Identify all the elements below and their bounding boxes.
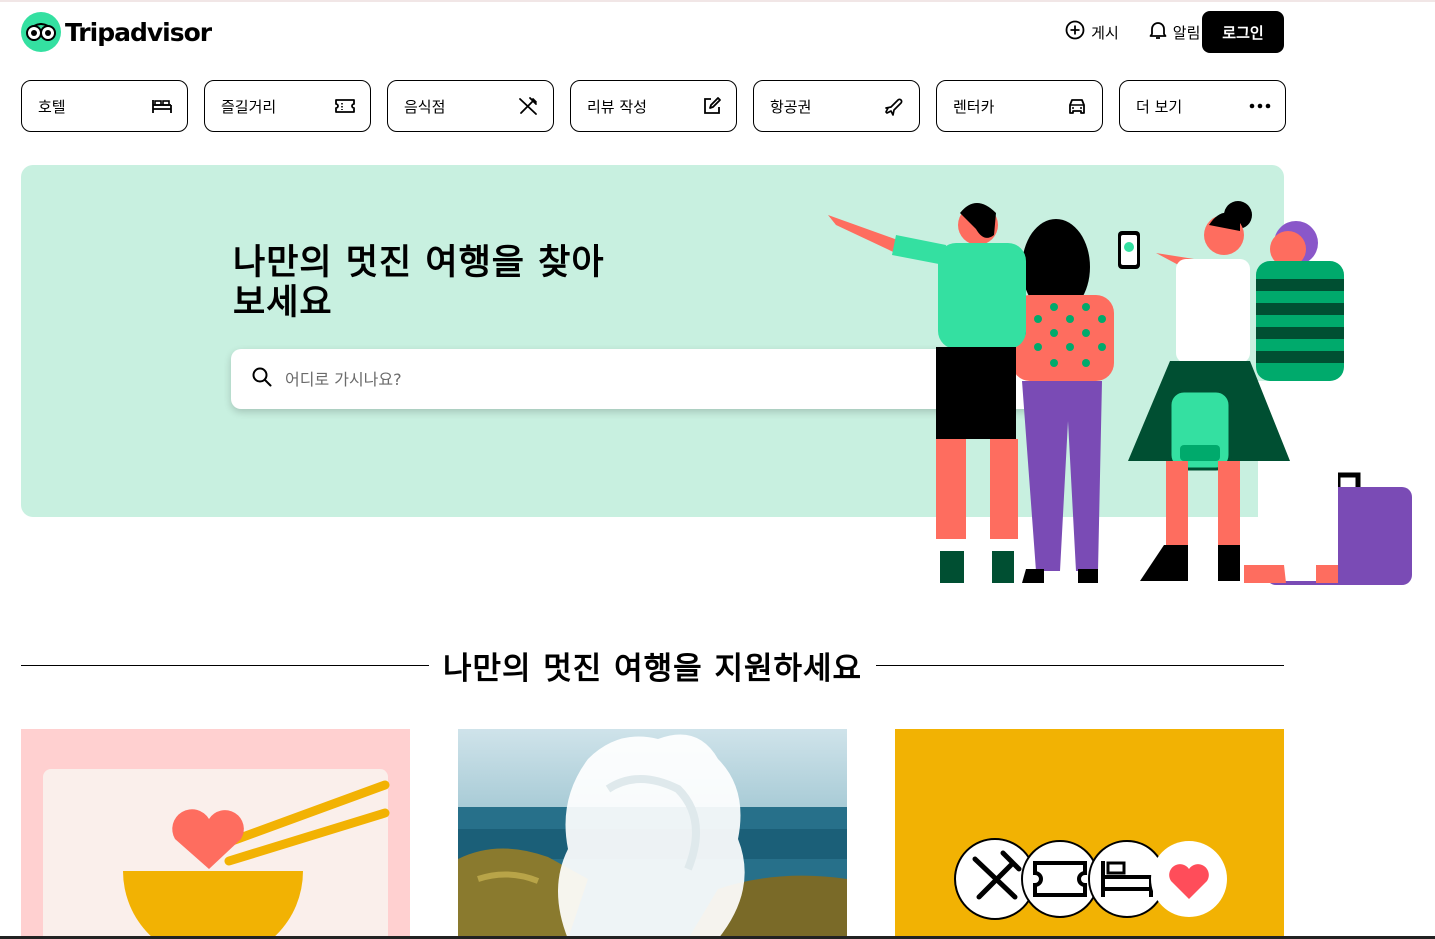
category-write-review[interactable]: 리뷰 작성 — [570, 80, 737, 132]
category-row: 호텔 즐길거리 음식점 리뷰 작성 항공권 렌터카 더 보기 — [21, 80, 1286, 132]
edit-icon — [702, 96, 722, 116]
nav-post[interactable]: 게시 — [1065, 20, 1119, 44]
nav-notifications[interactable]: 알림 — [1149, 20, 1201, 44]
promo-card-ocean-photo[interactable] — [458, 729, 847, 939]
login-button[interactable]: 로그인 — [1202, 11, 1284, 53]
category-things-to-do[interactable]: 즐길거리 — [204, 80, 371, 132]
category-label: 리뷰 작성 — [587, 97, 647, 116]
promo-card-food[interactable] — [21, 729, 410, 939]
bed-icon — [151, 97, 173, 115]
ticket-icon — [334, 97, 356, 115]
category-label: 호텔 — [38, 97, 66, 116]
hero-title-line2: 보세요 — [233, 283, 333, 323]
logo-text: Tripadvisor — [65, 17, 212, 47]
nav-notifications-label: 알림 — [1172, 23, 1201, 42]
category-label: 항공권 — [770, 97, 812, 116]
promo-card-categories[interactable] — [895, 729, 1284, 939]
category-label: 즐길거리 — [221, 97, 277, 116]
plus-circle-icon — [1065, 20, 1085, 44]
category-label: 렌터카 — [953, 97, 995, 116]
more-icon — [1249, 103, 1271, 109]
category-flights[interactable]: 항공권 — [753, 80, 920, 132]
category-icons-illustration — [954, 838, 1227, 920]
divider-right — [876, 664, 1285, 666]
category-label: 더 보기 — [1136, 97, 1183, 116]
plane-icon — [883, 95, 905, 117]
search-icon — [251, 366, 273, 392]
ocean-wave-photo — [458, 729, 847, 939]
category-rental-cars[interactable]: 렌터카 — [936, 80, 1103, 132]
utensils-icon — [517, 96, 539, 116]
category-restaurants[interactable]: 음식점 — [387, 80, 554, 132]
food-bowl-illustration — [43, 769, 390, 939]
category-hotels[interactable]: 호텔 — [21, 80, 188, 132]
section-title: 나만의 멋진 여행을 지원하세요 — [442, 650, 863, 687]
category-more[interactable]: 더 보기 — [1119, 80, 1286, 132]
hero-title-line1: 나만의 멋진 여행을 찾아 — [233, 243, 605, 283]
owl-logo-icon — [21, 12, 61, 52]
section-heading: 나만의 멋진 여행을 지원하세요 — [21, 640, 1285, 690]
bell-icon — [1149, 20, 1167, 44]
top-border — [0, 0, 1435, 2]
car-icon — [1066, 96, 1088, 116]
nav-post-label: 게시 — [1091, 23, 1119, 42]
hero-title: 나만의 멋진 여행을 찾아 보세요 — [233, 243, 653, 323]
travelers-illustration — [828, 201, 1412, 585]
tripadvisor-logo[interactable]: Tripadvisor — [21, 12, 212, 52]
divider-left — [21, 664, 429, 666]
category-label: 음식점 — [404, 97, 446, 116]
